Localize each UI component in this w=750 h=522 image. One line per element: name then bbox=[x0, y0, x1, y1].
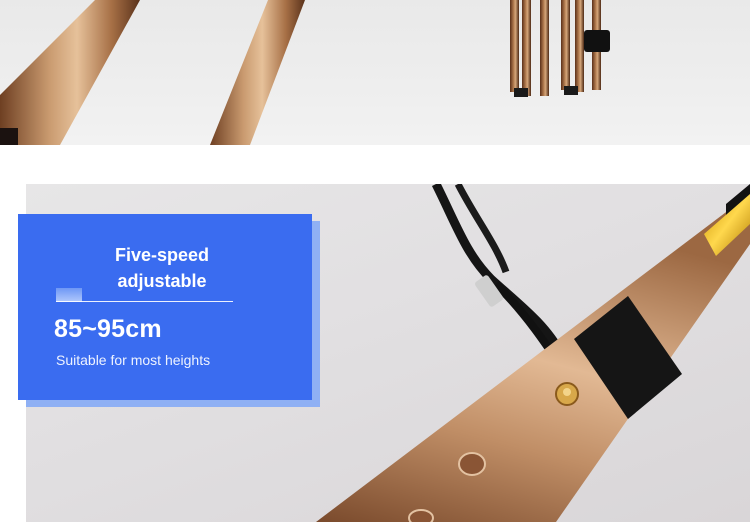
card-title: Five-speed adjustable bbox=[62, 242, 262, 294]
folded-cane-image bbox=[0, 0, 610, 145]
card-shadow bbox=[312, 222, 320, 406]
card-title-line2: adjustable bbox=[117, 271, 207, 291]
height-range-value: 85~95cm bbox=[54, 315, 162, 343]
product-detail-page: Five-speed adjustable 85~95cm Suitable f… bbox=[0, 0, 750, 522]
height-info-card: Five-speed adjustable 85~95cm Suitable f… bbox=[18, 214, 312, 400]
height-range-subtitle: Suitable for most heights bbox=[56, 352, 211, 368]
card-title-line1: Five-speed bbox=[114, 245, 210, 265]
title-accent-mark bbox=[56, 288, 82, 302]
top-product-photo bbox=[0, 0, 750, 145]
title-divider bbox=[56, 301, 233, 302]
